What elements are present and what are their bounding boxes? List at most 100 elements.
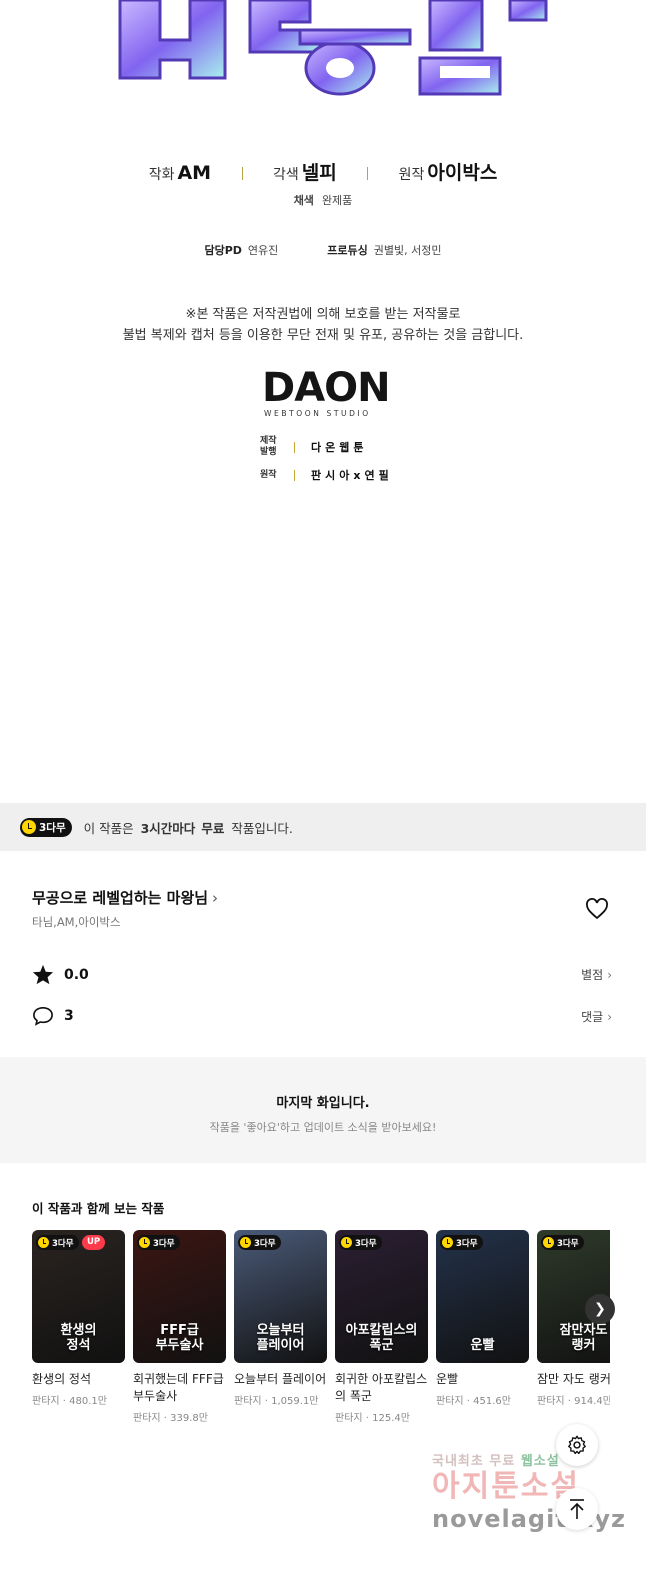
recommendation-card[interactable]: 3다무아포칼립스의 폭군회귀한 아포칼립스의 폭군판타지 · 125.4만: [335, 1230, 428, 1424]
copyright-notice: ※본 작품은 저작권법에 의해 보호를 받는 저작물로 불법 복제와 캡처 등을…: [0, 304, 646, 346]
banner-post: 작품입니다.: [231, 820, 293, 836]
chevron-right-icon: ›: [212, 889, 219, 907]
notice-line-1: ※본 작품은 저작권법에 의해 보호를 받는 저작물로: [185, 307, 461, 322]
clock-icon: [240, 1237, 251, 1248]
art-label: 작화: [148, 167, 175, 183]
card-title[interactable]: 환생의 정석: [32, 1371, 125, 1388]
wait-free-badge: 3다무: [339, 1235, 382, 1250]
rating-value: 0.0: [64, 966, 89, 983]
clock-icon: [22, 820, 36, 834]
wait-free-badge: 3다무: [440, 1235, 483, 1250]
card-title[interactable]: 회귀했는데 FFF급 부두술사: [133, 1371, 226, 1405]
watermark-line-2: 아지툰소설: [432, 1469, 580, 1504]
comment-count: 3: [64, 1008, 74, 1024]
make-label-2: 발행: [260, 447, 277, 457]
cover-thumbnail[interactable]: 3다무 UP 환생의 정석: [32, 1230, 125, 1363]
cover-title-art: 운빨: [470, 1338, 495, 1353]
cover-title-art: 오늘부터 플레이어: [256, 1323, 305, 1353]
art-value: AM: [177, 162, 212, 184]
arrow-up-icon: [570, 1499, 584, 1519]
banner-bold-1: 3시간마다: [140, 820, 196, 836]
color-value: 완제품: [321, 194, 353, 207]
card-title[interactable]: 오늘부터 플레이어: [234, 1371, 327, 1388]
scroll-top-button[interactable]: [556, 1488, 598, 1530]
make-value: 다온웹툰: [311, 441, 368, 454]
credits-color: 채색 완제품: [0, 192, 646, 208]
studio-logo-text: DAON: [262, 365, 391, 411]
wait-free-badge: 3다무: [238, 1235, 281, 1250]
cover-thumbnail[interactable]: 3다무오늘부터 플레이어: [234, 1230, 327, 1363]
comments-link[interactable]: 댓글 ›: [581, 1008, 612, 1025]
settings-button[interactable]: [556, 1424, 598, 1466]
cover-thumbnail[interactable]: 3다무아포칼립스의 폭군: [335, 1230, 428, 1363]
cover-title-art: 아포칼립스의 폭군: [345, 1323, 418, 1353]
card-meta: 판타지 · 914.4만: [537, 1396, 610, 1407]
cover-thumbnail[interactable]: 3다무 FFF급 부두술사: [133, 1230, 226, 1363]
credits-main: 작화 AM 각색 넬피 원작 아이박스: [0, 158, 646, 185]
notice-line-2: 불법 복제와 캡처 등을 이용한 무단 전재 및 유포, 공유하는 것을 금합니…: [122, 328, 524, 343]
pd-value: 연유진: [247, 244, 279, 257]
card-title[interactable]: 회귀한 아포칼립스의 폭군: [335, 1371, 428, 1405]
wait-free-badge: 3다무: [20, 817, 72, 837]
card-title[interactable]: 잠만 자도 랭커: [537, 1371, 610, 1388]
color-label: 채색: [293, 194, 314, 207]
wait-free-badge: 3다무: [541, 1235, 584, 1250]
rating-row: 0.0 별점 ›: [32, 964, 612, 985]
free-wait-banner: 3다무 이 작품은 3시간마다 무료 작품입니다.: [0, 803, 646, 851]
wait-free-badge: 3다무: [137, 1235, 180, 1250]
last-episode-notice: 마지막 화입니다. 작품을 '좋아요'하고 업데이트 소식을 받아보세요!: [0, 1057, 646, 1163]
star-icon: [32, 964, 54, 985]
comment-row: 3 댓글 ›: [32, 1006, 612, 1026]
adapt-label: 각색: [272, 167, 299, 183]
adapt-value: 넬피: [301, 162, 337, 184]
make-label-1: 제작: [260, 436, 277, 446]
last-episode-heading: 마지막 화입니다.: [276, 1096, 370, 1111]
recommendation-card[interactable]: 3다무 오늘부터 플레이어 오늘부터 플레이어 판타지 · 1,059.1만: [234, 1230, 327, 1407]
episode-viewer-page: 작화 AM 각색 넬피 원작 아이박스 채색 완제품 담당PD 연유진 프로듀싱 권별빛, …: [0, 0, 646, 1580]
up-badge: UP: [82, 1235, 106, 1250]
comment-icon: [33, 1006, 53, 1026]
clock-icon: [139, 1237, 150, 1248]
work-title-link[interactable]: 무공으로 레벨업하는 마왕님 ›: [32, 887, 218, 908]
watermark-line-3: novelagit.xyz: [432, 1505, 627, 1533]
cover-title-art: 잠만자도 랭커: [559, 1323, 608, 1353]
work-info-panel: 무공으로 레벨업하는 마왕님 › 타님,AM,아이박스 0.0 별점 › 3 댓글 ›: [0, 851, 646, 1053]
last-episode-sub: 작품을 '좋아요'하고 업데이트 소식을 받아보세요!: [209, 1121, 437, 1134]
cover-title-art: FFF급 부두술사: [155, 1323, 204, 1353]
recommendations-section: 이 작품과 함께 보는 작품 3다무 UP 환생의 정석환생의 정석판타지 · 480…: [0, 1167, 646, 1452]
clock-icon: [38, 1237, 49, 1248]
cover-title-art: 환생의 정석: [60, 1323, 97, 1353]
card-meta: 판타지 · 125.4만: [335, 1413, 410, 1424]
title-artwork: [0, 0, 646, 110]
site-watermark: 국내최초 무료 웹소설 아지툰소설 novelagit.xyz: [432, 1450, 632, 1533]
producing-value: 권별빛, 서정민: [373, 244, 442, 257]
credit-separator: [367, 167, 369, 180]
credits-staff: 담당PD 연유진 프로듀싱 권별빛, 서정민: [0, 242, 646, 258]
recommendation-card[interactable]: 3다무 운빨 운빨 판타지 · 451.6만: [436, 1230, 529, 1407]
original-value: 아이박스: [427, 162, 498, 184]
producing-label: 프로듀싱: [327, 244, 368, 257]
chevron-right-icon: ›: [607, 968, 612, 982]
studio-logo-sub: WEBTOON STUDIO: [264, 409, 371, 418]
studio-logo: DAON WEBTOON STUDIO: [262, 365, 391, 418]
chevron-right-icon: ›: [607, 1009, 612, 1024]
card-meta: 판타지 · 480.1만: [32, 1396, 107, 1407]
carousel-next-button[interactable]: ❯: [585, 1294, 615, 1324]
recommendation-carousel: 3다무 UP 환생의 정석환생의 정석판타지 · 480.1만 3다무 FFF급 부두술사회…: [32, 1230, 610, 1430]
credit-separator: [241, 167, 243, 180]
pd-label: 담당PD: [204, 244, 242, 257]
recommendations-heading: 이 작품과 함께 보는 작품: [32, 1201, 165, 1216]
card-meta: 판타지 · 339.8만: [133, 1413, 208, 1424]
heart-icon[interactable]: [585, 898, 609, 920]
cover-thumbnail[interactable]: 3다무운빨: [436, 1230, 529, 1363]
watermark-line-1b: 웹소설: [520, 1454, 560, 1469]
recommendation-card[interactable]: 3다무 FFF급 부두술사회귀했는데 FFF급 부두술사판타지 · 339.8만: [133, 1230, 226, 1424]
banner-pre: 이 작품은: [83, 820, 134, 836]
rating-link[interactable]: 별점 ›: [581, 966, 612, 983]
pub-orig-label: 원작: [260, 469, 277, 480]
clock-icon: [341, 1237, 352, 1248]
work-authors: 타님,AM,아이박스: [32, 915, 121, 929]
publisher-info: 제작 발행 다온웹툰 원작 판시아x연필: [260, 436, 393, 492]
card-title[interactable]: 운빨: [436, 1371, 529, 1388]
recommendation-card[interactable]: 3다무 UP 환생의 정석 환생의 정석 판타지 · 480.1만: [32, 1230, 125, 1407]
